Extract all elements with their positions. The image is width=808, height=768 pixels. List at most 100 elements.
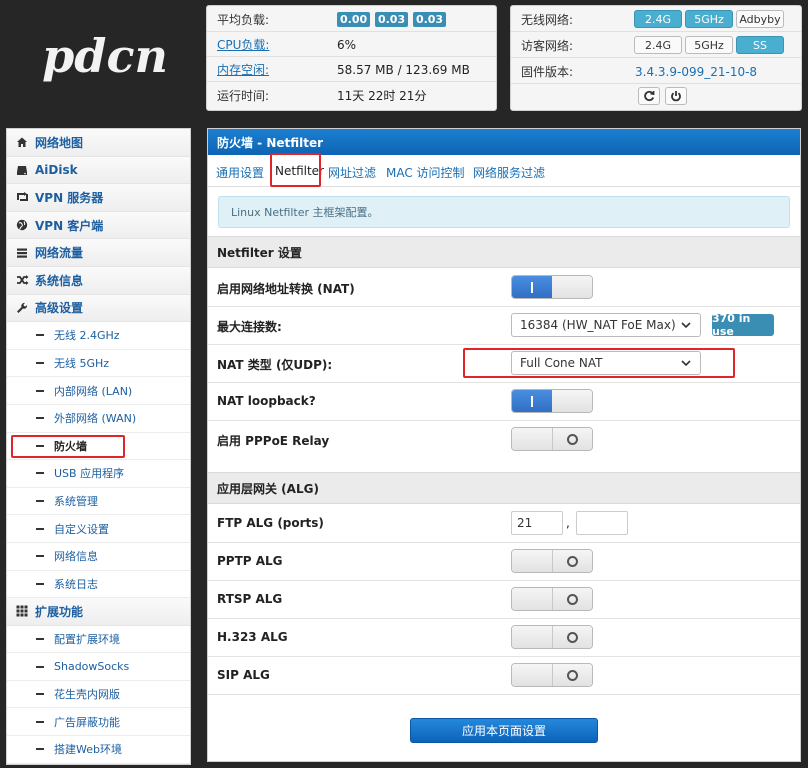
- sidebar-item[interactable]: USB 应用程序: [7, 460, 190, 488]
- wireless-label: 无线网络:: [521, 13, 574, 27]
- power-button[interactable]: [665, 87, 687, 105]
- sidebar-item-label: AiDisk: [35, 162, 78, 177]
- sidebar-item-label: ShadowSocks: [54, 660, 130, 674]
- cpu-load-link[interactable]: CPU负载:: [217, 36, 269, 53]
- max-connections-select[interactable]: 16384 (HW_NAT FoE Max): [511, 313, 701, 337]
- sidebar-item[interactable]: 网络地图: [7, 129, 190, 157]
- power-icon: [671, 91, 681, 102]
- status-row-wireless: 无线网络: 2.4G 5GHz Adbyby: [511, 8, 801, 32]
- sidebar-item[interactable]: 配置扩展环境: [7, 625, 190, 654]
- guest-24g-button[interactable]: 2.4G: [634, 36, 682, 54]
- dash-icon: [36, 472, 44, 475]
- sidebar-item[interactable]: VPN 客户端: [7, 211, 190, 240]
- sidebar-item-label: 广告屏蔽功能: [54, 715, 120, 729]
- toggle-off-icon: [567, 433, 578, 445]
- sip-alg-toggle[interactable]: [511, 663, 593, 687]
- sidebar-item[interactable]: 花生壳内网版: [7, 680, 190, 709]
- dash-icon: [36, 693, 44, 696]
- row-sip-alg: SIP ALG: [208, 657, 800, 695]
- section-netfilter-settings: Netfilter 设置: [208, 236, 800, 268]
- ss-button[interactable]: SS: [736, 36, 784, 54]
- tab-url-filter[interactable]: 网址过滤: [328, 164, 376, 181]
- load-badge-15: 0.03: [412, 12, 447, 27]
- sidebar-item-label: 系统信息: [35, 273, 84, 288]
- dash-icon: [36, 362, 44, 365]
- memory-free-link[interactable]: 内存空闲:: [217, 61, 269, 78]
- sidebar-item[interactable]: 外部网络 (WAN): [7, 404, 190, 433]
- tab-general[interactable]: 通用设置: [216, 164, 264, 181]
- sidebar-item[interactable]: VPN 服务器: [7, 184, 190, 212]
- nat-type-select[interactable]: Full Cone NAT: [511, 351, 701, 375]
- adbyby-button[interactable]: Adbyby: [736, 10, 784, 28]
- toggle-off-icon: [567, 669, 578, 681]
- status-row-firmware: 固件版本: 3.4.3.9-099_21-10-8: [511, 60, 801, 84]
- dash-icon: [36, 582, 44, 585]
- nat-loopback-label: NAT loopback?: [217, 394, 316, 408]
- tab-service-filter[interactable]: 网络服务过滤: [473, 164, 545, 181]
- section-alg: 应用层网关 (ALG): [208, 472, 800, 504]
- h323-alg-toggle[interactable]: [511, 625, 593, 649]
- sidebar-item[interactable]: 扩展功能: [7, 598, 190, 626]
- th-icon: [15, 604, 29, 618]
- brand-logo: pdcn: [30, 20, 180, 100]
- status-row-uptime: 运行时间: 11天 22时 21分: [207, 83, 496, 107]
- home-icon: [15, 135, 29, 149]
- row-pptp-alg: PPTP ALG: [208, 543, 800, 581]
- globe-icon: [15, 218, 29, 232]
- connections-in-use-badge: 370 in use: [712, 312, 774, 338]
- uptime-label: 运行时间:: [217, 88, 270, 103]
- sidebar-item[interactable]: 网络信息: [7, 542, 190, 571]
- firmware-label: 固件版本:: [521, 65, 574, 79]
- pppoe-relay-toggle[interactable]: [511, 427, 593, 451]
- pptp-alg-toggle[interactable]: [511, 549, 593, 573]
- sidebar-item[interactable]: 防火墙: [7, 432, 190, 461]
- sidebar-item-label: VPN 客户端: [35, 218, 104, 233]
- pptp-alg-label: PPTP ALG: [217, 554, 283, 568]
- nat-toggle[interactable]: [511, 275, 593, 299]
- sidebar-item[interactable]: 高级设置: [7, 294, 190, 323]
- ftp-port-2-input[interactable]: [576, 511, 628, 535]
- tab-netfilter[interactable]: Netfilter: [275, 164, 324, 178]
- nat-type-label: NAT 类型 (仅UDP):: [217, 358, 333, 372]
- sidebar-item-label: 网络流量: [35, 246, 84, 261]
- wireless-24g-button[interactable]: 2.4G: [634, 10, 682, 28]
- rtsp-alg-toggle[interactable]: [511, 587, 593, 611]
- toggle-off-half: [552, 390, 592, 412]
- dash-icon: [36, 444, 44, 447]
- cpu-load-value: 6%: [337, 37, 357, 52]
- sidebar-item[interactable]: 广告屏蔽功能: [7, 708, 190, 737]
- row-nat: 启用网络地址转换 (NAT): [208, 269, 800, 307]
- wrench-icon: [15, 301, 29, 315]
- nat-loopback-toggle[interactable]: [511, 389, 593, 413]
- sidebar-item[interactable]: ShadowSocks: [7, 653, 190, 681]
- ftp-port-1-input[interactable]: 21: [511, 511, 563, 535]
- sidebar-item-label: 高级设置: [35, 301, 84, 316]
- row-nat-loopback: NAT loopback?: [208, 383, 800, 421]
- sidebar-item[interactable]: 自定义设置: [7, 515, 190, 543]
- sidebar-item[interactable]: 系统日志: [7, 570, 190, 599]
- sidebar-item[interactable]: 系统信息: [7, 266, 190, 295]
- dash-icon: [36, 334, 44, 337]
- dash-icon: [36, 748, 44, 751]
- tab-bar: 通用设置 Netfilter 网址过滤 MAC 访问控制 网络服务过滤: [208, 153, 800, 187]
- sidebar-item[interactable]: 搭建Web环境: [7, 736, 190, 764]
- dash-icon: [36, 389, 44, 392]
- toggle-off-half: [552, 626, 592, 648]
- toggle-off-half: [552, 550, 592, 572]
- firmware-version-link[interactable]: 3.4.3.9-099_21-10-8: [635, 65, 757, 79]
- sidebar-item[interactable]: 无线 2.4GHz: [7, 322, 190, 350]
- tab-mac-filter[interactable]: MAC 访问控制: [386, 164, 465, 181]
- refresh-button[interactable]: [638, 87, 660, 105]
- apply-settings-button[interactable]: 应用本页面设置: [410, 718, 598, 743]
- sidebar-item[interactable]: 内部网络 (LAN): [7, 377, 190, 405]
- wireless-5g-button[interactable]: 5GHz: [685, 10, 733, 28]
- guest-5g-button[interactable]: 5GHz: [685, 36, 733, 54]
- chevron-down-icon: [681, 322, 691, 329]
- sidebar-item[interactable]: 无线 5GHz: [7, 349, 190, 378]
- sidebar-item[interactable]: AiDisk: [7, 156, 190, 185]
- toggle-on-half: [512, 390, 552, 412]
- sidebar-item-label: 网络信息: [54, 550, 98, 564]
- sidebar-item[interactable]: 系统管理: [7, 487, 190, 516]
- random-icon: [15, 273, 29, 287]
- sidebar-item[interactable]: 网络流量: [7, 239, 190, 267]
